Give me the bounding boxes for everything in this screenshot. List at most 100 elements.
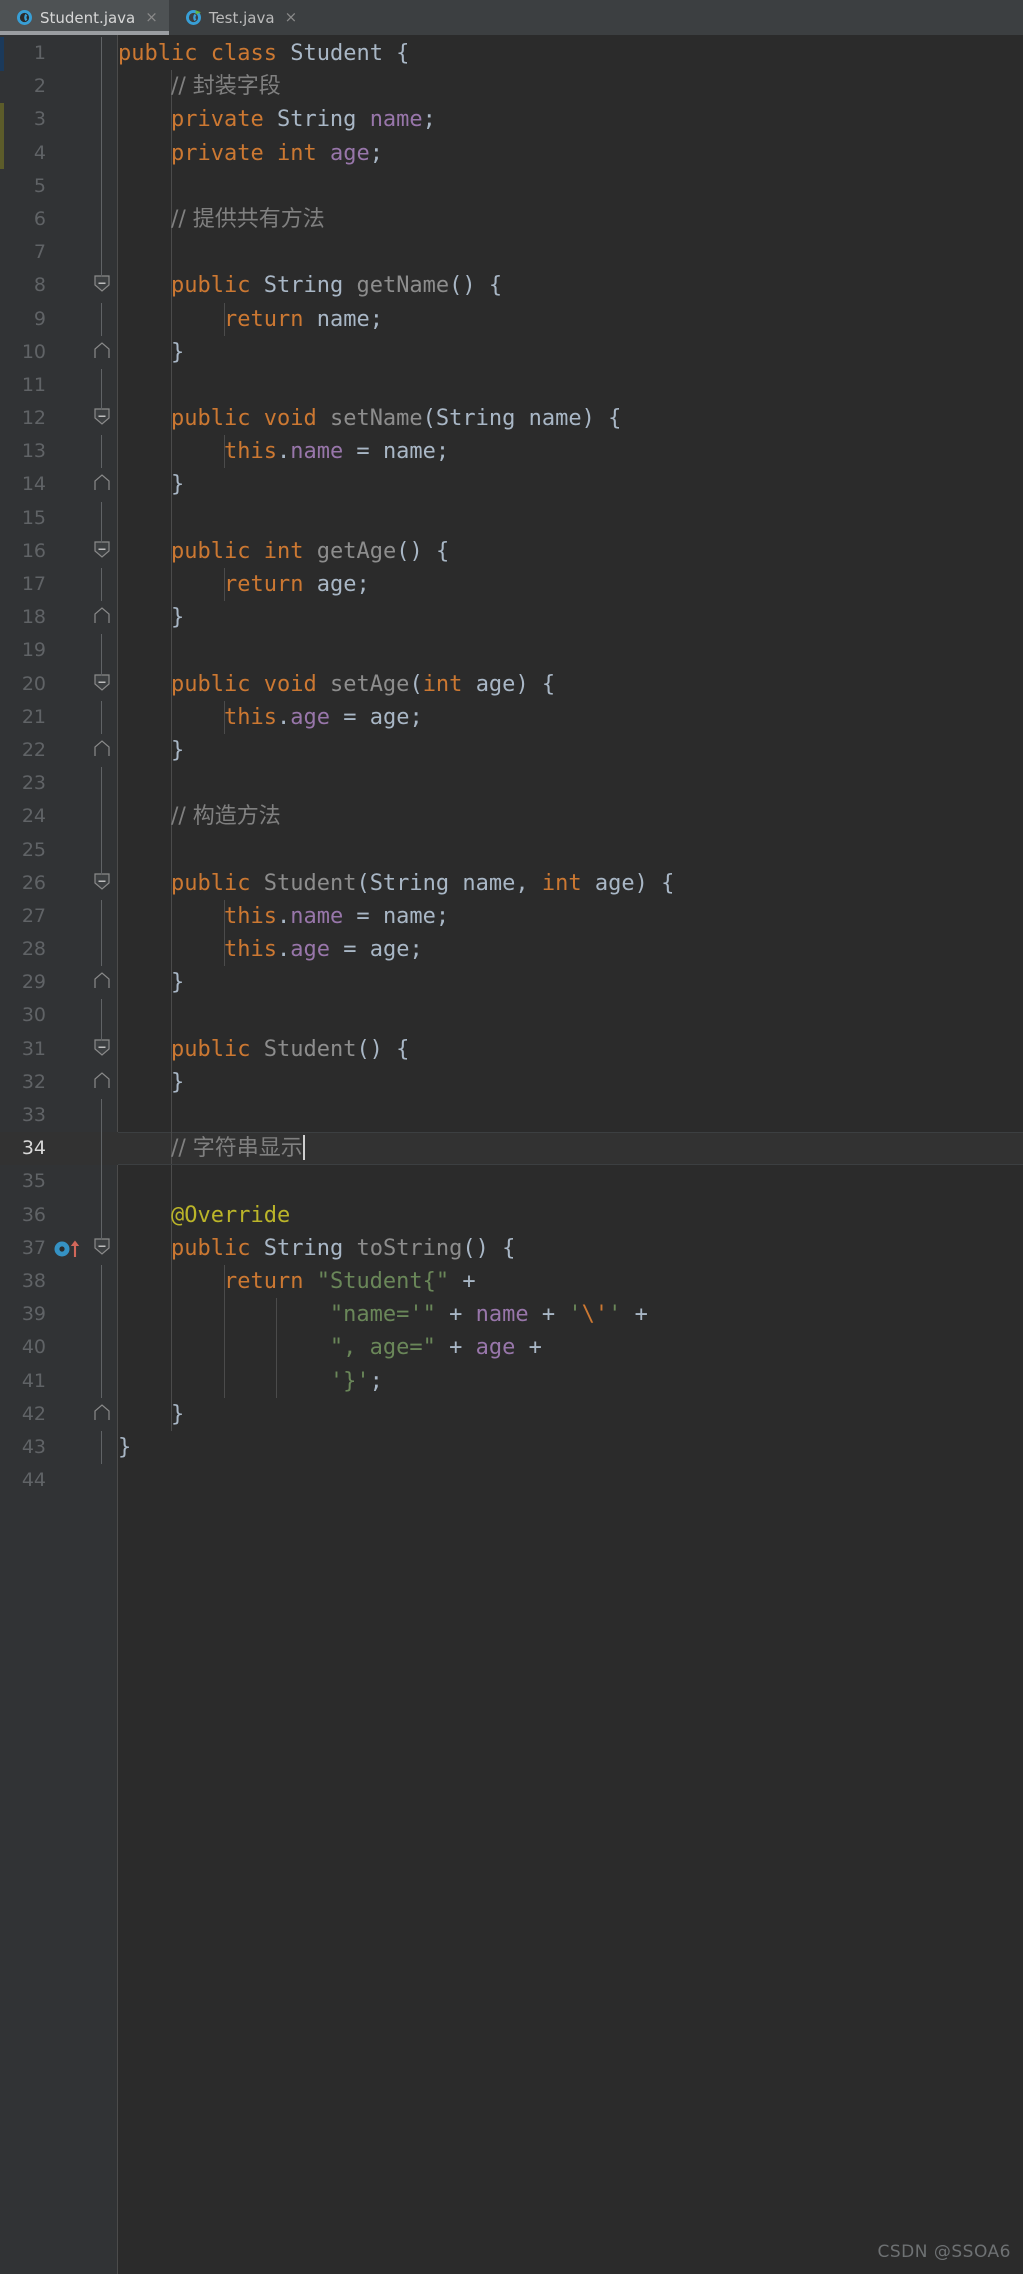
fold-collapse-icon[interactable] <box>94 673 110 691</box>
code-text[interactable]: ", age=" + age + <box>118 1331 542 1364</box>
code-text[interactable]: public Student(String name, int age) { <box>118 867 674 900</box>
tab-student-java[interactable]: Student.java × <box>0 0 169 35</box>
code-text[interactable]: private String name; <box>118 103 436 136</box>
code-text[interactable]: public String getName() { <box>118 269 502 302</box>
code-line[interactable]: 34 // 字符串显示 <box>0 1132 1023 1166</box>
code-text[interactable]: public void setAge(int age) { <box>118 668 555 701</box>
code-text[interactable]: } <box>118 734 184 767</box>
code-text[interactable]: } <box>118 1431 131 1464</box>
fold-region-end-icon[interactable] <box>94 972 110 989</box>
code-line[interactable]: 28 this.age = age; <box>0 933 1023 967</box>
code-text[interactable]: @Override <box>118 1199 290 1232</box>
indent-guide <box>170 833 172 867</box>
code-line[interactable]: 25 <box>0 833 1023 867</box>
code-line[interactable]: 1 public class Student { <box>0 37 1023 71</box>
code-line[interactable]: 21 this.age = age; <box>0 700 1023 734</box>
code-text[interactable]: return age; <box>118 568 370 601</box>
code-text[interactable]: public Student() { <box>118 1033 409 1066</box>
overridden-method-icon[interactable] <box>52 1238 88 1260</box>
code-line[interactable]: 22 } <box>0 733 1023 768</box>
fold-region-end-icon[interactable] <box>94 1072 110 1089</box>
code-line[interactable]: 4 private int age; <box>0 136 1023 170</box>
code-text[interactable]: } <box>118 601 184 634</box>
fold-region-end-icon[interactable] <box>94 607 110 624</box>
code-line[interactable]: 6 // 提供共有方法 <box>0 202 1023 237</box>
code-text[interactable]: "name='" + name + '\'' + <box>118 1298 648 1331</box>
code-line[interactable]: 36 @Override <box>0 1198 1023 1232</box>
code-line[interactable]: 24 // 构造方法 <box>0 800 1023 834</box>
code-line[interactable]: 15 <box>0 501 1023 535</box>
code-line[interactable]: 9 return name; <box>0 302 1023 336</box>
code-line[interactable]: 18 } <box>0 601 1023 635</box>
code-text[interactable]: // 封装字段 <box>118 70 281 103</box>
fold-collapse-icon[interactable] <box>94 873 110 890</box>
code-text[interactable]: public int getAge() { <box>118 535 449 568</box>
code-text[interactable]: this.age = age; <box>118 933 423 966</box>
code-line[interactable]: 32 } <box>0 1065 1023 1099</box>
fold-collapse-icon[interactable] <box>94 1039 110 1056</box>
code-line[interactable]: 43} <box>0 1430 1023 1465</box>
fold-region-end-icon[interactable] <box>94 1403 110 1421</box>
code-line[interactable]: 20 public void setAge(int age) { <box>0 667 1023 701</box>
code-text[interactable]: // 提供共有方法 <box>118 203 325 236</box>
code-line[interactable]: 29 } <box>0 966 1023 1000</box>
code-line[interactable]: 17 return age; <box>0 568 1023 602</box>
fold-collapse-icon[interactable] <box>94 275 110 293</box>
code-line[interactable]: 27 this.name = name; <box>0 899 1023 934</box>
fold-collapse-icon[interactable] <box>94 1238 110 1255</box>
code-text[interactable]: // 字符串显示 <box>118 1132 305 1165</box>
code-text[interactable]: } <box>118 966 184 999</box>
code-line[interactable]: 30 <box>0 999 1023 1033</box>
code-line[interactable]: 26 public Student(String name, int age) … <box>0 866 1023 900</box>
close-icon[interactable]: × <box>285 10 298 25</box>
fold-region-line <box>101 70 102 104</box>
code-text[interactable]: this.name = name; <box>118 435 449 468</box>
code-line[interactable]: 44 <box>0 1464 1023 1497</box>
code-line[interactable]: 16 public int getAge() { <box>0 534 1023 568</box>
code-line[interactable]: 35 <box>0 1165 1023 1199</box>
code-editor[interactable]: 1 public class Student {2 // 封装字段 3 privat… <box>0 35 1023 2274</box>
code-text[interactable]: '}'; <box>118 1365 383 1398</box>
code-line[interactable]: 14 } <box>0 468 1023 502</box>
code-text[interactable]: public String toString() { <box>118 1232 515 1265</box>
code-line[interactable]: 31 public Student() { <box>0 1032 1023 1066</box>
code-line[interactable]: 11 <box>0 368 1023 403</box>
fold-region-end-icon[interactable] <box>94 740 110 757</box>
code-line[interactable]: 12 public void setName(String name) { <box>0 402 1023 436</box>
code-text[interactable]: return name; <box>118 303 383 336</box>
fold-collapse-icon[interactable] <box>94 541 110 558</box>
fold-region-end-icon[interactable] <box>94 341 110 359</box>
code-line[interactable]: 38 return "Student{" + <box>0 1264 1023 1299</box>
code-text[interactable]: public void setName(String name) { <box>118 402 621 435</box>
code-line[interactable]: 42 } <box>0 1397 1023 1431</box>
code-line[interactable]: 41 '}'; <box>0 1364 1023 1398</box>
code-line[interactable]: 8 public String getName() { <box>0 269 1023 303</box>
fold-region-line <box>101 368 102 403</box>
code-line[interactable]: 33 <box>0 1099 1023 1133</box>
code-text[interactable]: // 构造方法 <box>118 800 281 833</box>
code-line[interactable]: 37 public String toString() { <box>0 1231 1023 1265</box>
code-text[interactable]: } <box>118 1066 184 1099</box>
code-line[interactable]: 7 <box>0 236 1023 270</box>
tab-test-java[interactable]: Test.java × <box>169 0 308 35</box>
close-icon[interactable]: × <box>145 10 158 25</box>
code-line[interactable]: 13 this.name = name; <box>0 435 1023 469</box>
code-text[interactable]: private int age; <box>118 137 383 170</box>
code-line[interactable]: 5 <box>0 169 1023 203</box>
code-line[interactable]: 40 ", age=" + age + <box>0 1331 1023 1365</box>
code-line[interactable]: 10 } <box>0 335 1023 369</box>
code-text[interactable]: this.age = age; <box>118 701 423 734</box>
code-text[interactable]: } <box>118 1398 184 1431</box>
fold-region-end-icon[interactable] <box>94 474 110 491</box>
fold-collapse-icon[interactable] <box>94 408 110 425</box>
code-text[interactable]: } <box>118 336 184 369</box>
code-text[interactable]: public class Student { <box>118 37 409 70</box>
code-text[interactable]: } <box>118 468 184 501</box>
code-line[interactable]: 2 // 封装字段 <box>0 70 1023 104</box>
code-line[interactable]: 19 <box>0 634 1023 668</box>
code-line[interactable]: 23 <box>0 767 1023 801</box>
code-text[interactable]: this.name = name; <box>118 900 449 933</box>
code-line[interactable]: 3 private String name; <box>0 103 1023 137</box>
code-text[interactable]: return "Student{" + <box>118 1265 476 1298</box>
code-line[interactable]: 39 "name='" + name + '\'' + <box>0 1298 1023 1332</box>
